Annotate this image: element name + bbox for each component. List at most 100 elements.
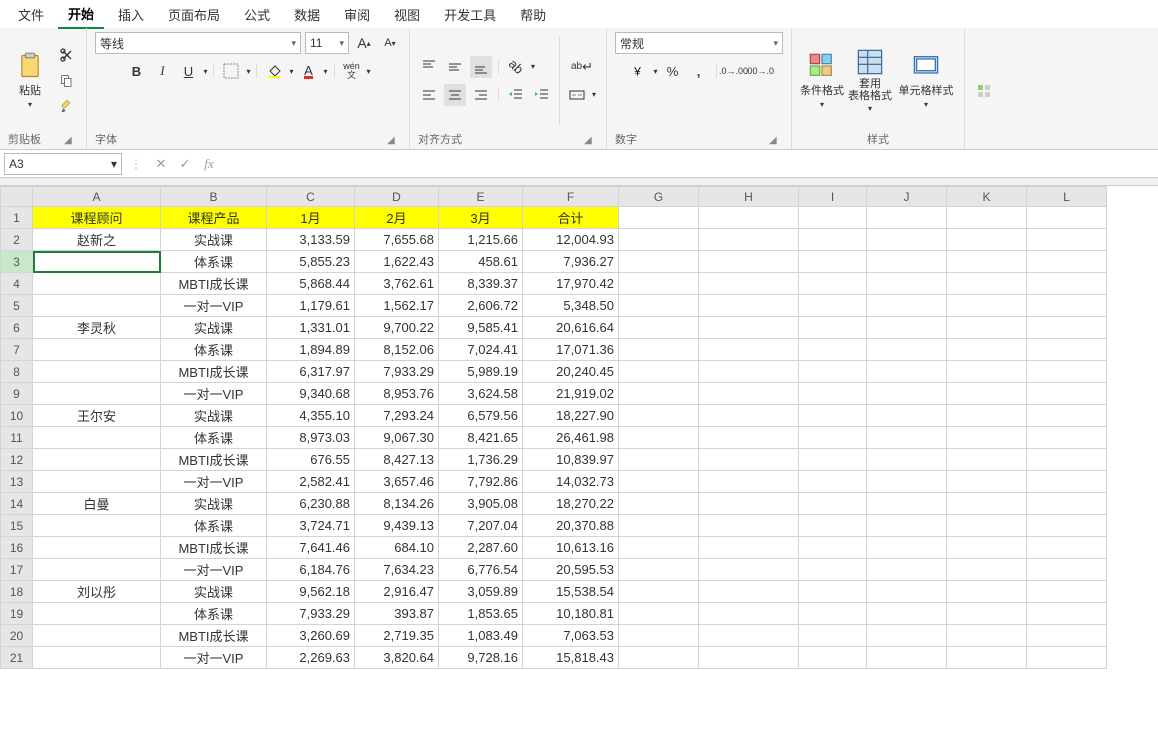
font-name-dropdown[interactable]: 等线▾ (95, 32, 301, 54)
align-bottom-button[interactable] (470, 56, 492, 78)
increase-decimal-button[interactable]: .0→.00 (723, 60, 745, 82)
cell-D13[interactable]: 3,657.46 (355, 471, 439, 493)
cell-C20[interactable]: 3,260.69 (267, 625, 355, 647)
italic-button[interactable]: I (151, 60, 173, 82)
cell-H8[interactable] (699, 361, 799, 383)
cell-D6[interactable]: 9,700.22 (355, 317, 439, 339)
cell-I20[interactable] (799, 625, 867, 647)
menu-item-3[interactable]: 页面布局 (158, 1, 230, 28)
cell-F14[interactable]: 18,270.22 (523, 493, 619, 515)
cell-I6[interactable] (799, 317, 867, 339)
cell-K6[interactable] (947, 317, 1027, 339)
cell-F18[interactable]: 15,538.54 (523, 581, 619, 603)
cell-L5[interactable] (1027, 295, 1107, 317)
cell-K1[interactable] (947, 207, 1027, 229)
cell-C9[interactable]: 9,340.68 (267, 383, 355, 405)
row-header-12[interactable]: 12 (1, 449, 33, 471)
cell-D12[interactable]: 8,427.13 (355, 449, 439, 471)
name-box[interactable]: A3 ▾ (4, 153, 122, 175)
cell-A8[interactable] (33, 361, 161, 383)
row-header-7[interactable]: 7 (1, 339, 33, 361)
cell-I13[interactable] (799, 471, 867, 493)
merge-dropdown[interactable]: ▾ (592, 90, 596, 99)
cell-A1[interactable]: 课程顾问 (33, 207, 161, 229)
increase-indent-button[interactable] (531, 84, 553, 106)
cell-J15[interactable] (867, 515, 947, 537)
cell-I17[interactable] (799, 559, 867, 581)
cell-G1[interactable] (619, 207, 699, 229)
col-header-C[interactable]: C (267, 187, 355, 207)
cell-E9[interactable]: 3,624.58 (439, 383, 523, 405)
cell-I1[interactable] (799, 207, 867, 229)
cell-C3[interactable]: 5,855.23 (267, 251, 355, 273)
cell-G6[interactable] (619, 317, 699, 339)
cell-L12[interactable] (1027, 449, 1107, 471)
cell-E3[interactable]: 458.61 (439, 251, 523, 273)
cell-F15[interactable]: 20,370.88 (523, 515, 619, 537)
row-header-6[interactable]: 6 (1, 317, 33, 339)
cell-G18[interactable] (619, 581, 699, 603)
cell-A5[interactable] (33, 295, 161, 317)
cell-L14[interactable] (1027, 493, 1107, 515)
cell-I5[interactable] (799, 295, 867, 317)
cell-L2[interactable] (1027, 229, 1107, 251)
align-center-button[interactable] (444, 84, 466, 106)
number-dialog-launcher[interactable]: ◢ (769, 135, 783, 149)
cell-J10[interactable] (867, 405, 947, 427)
cell-G8[interactable] (619, 361, 699, 383)
row-header-17[interactable]: 17 (1, 559, 33, 581)
cell-I19[interactable] (799, 603, 867, 625)
cell-H19[interactable] (699, 603, 799, 625)
cell-F5[interactable]: 5,348.50 (523, 295, 619, 317)
cell-K14[interactable] (947, 493, 1027, 515)
cell-A14[interactable]: 白曼 (33, 493, 161, 515)
cell-K11[interactable] (947, 427, 1027, 449)
cell-K21[interactable] (947, 647, 1027, 669)
cell-K12[interactable] (947, 449, 1027, 471)
cell-I2[interactable] (799, 229, 867, 251)
cell-B17[interactable]: 一对一VIP (161, 559, 267, 581)
cell-L15[interactable] (1027, 515, 1107, 537)
cell-C10[interactable]: 4,355.10 (267, 405, 355, 427)
menu-item-7[interactable]: 视图 (384, 1, 430, 28)
cell-C1[interactable]: 1月 (267, 207, 355, 229)
cell-H10[interactable] (699, 405, 799, 427)
cell-L21[interactable] (1027, 647, 1107, 669)
cell-B19[interactable]: 体系课 (161, 603, 267, 625)
format-painter-button[interactable] (56, 96, 78, 118)
cell-B13[interactable]: 一对一VIP (161, 471, 267, 493)
cell-J13[interactable] (867, 471, 947, 493)
menu-item-5[interactable]: 数据 (284, 1, 330, 28)
namebox-resize[interactable]: ⋮ (126, 157, 146, 171)
cell-C13[interactable]: 2,582.41 (267, 471, 355, 493)
cell-F4[interactable]: 17,970.42 (523, 273, 619, 295)
cell-H17[interactable] (699, 559, 799, 581)
cell-D3[interactable]: 1,622.43 (355, 251, 439, 273)
cell-J9[interactable] (867, 383, 947, 405)
cell-I3[interactable] (799, 251, 867, 273)
cell-D2[interactable]: 7,655.68 (355, 229, 439, 251)
cell-C18[interactable]: 9,562.18 (267, 581, 355, 603)
cell-E21[interactable]: 9,728.16 (439, 647, 523, 669)
cell-H13[interactable] (699, 471, 799, 493)
cell-G9[interactable] (619, 383, 699, 405)
cell-J18[interactable] (867, 581, 947, 603)
cell-J5[interactable] (867, 295, 947, 317)
cell-J1[interactable] (867, 207, 947, 229)
cell-E17[interactable]: 6,776.54 (439, 559, 523, 581)
cell-C14[interactable]: 6,230.88 (267, 493, 355, 515)
cell-J2[interactable] (867, 229, 947, 251)
accounting-dropdown[interactable]: ▾ (653, 67, 657, 76)
cell-F9[interactable]: 21,919.02 (523, 383, 619, 405)
cell-A20[interactable] (33, 625, 161, 647)
cell-L9[interactable] (1027, 383, 1107, 405)
row-header-1[interactable]: 1 (1, 207, 33, 229)
border-button[interactable] (220, 60, 242, 82)
align-top-button[interactable] (418, 56, 440, 78)
cell-K3[interactable] (947, 251, 1027, 273)
cell-F1[interactable]: 合计 (523, 207, 619, 229)
cell-D14[interactable]: 8,134.26 (355, 493, 439, 515)
alignment-dialog-launcher[interactable]: ◢ (584, 135, 598, 149)
cell-E2[interactable]: 1,215.66 (439, 229, 523, 251)
cell-F2[interactable]: 12,004.93 (523, 229, 619, 251)
